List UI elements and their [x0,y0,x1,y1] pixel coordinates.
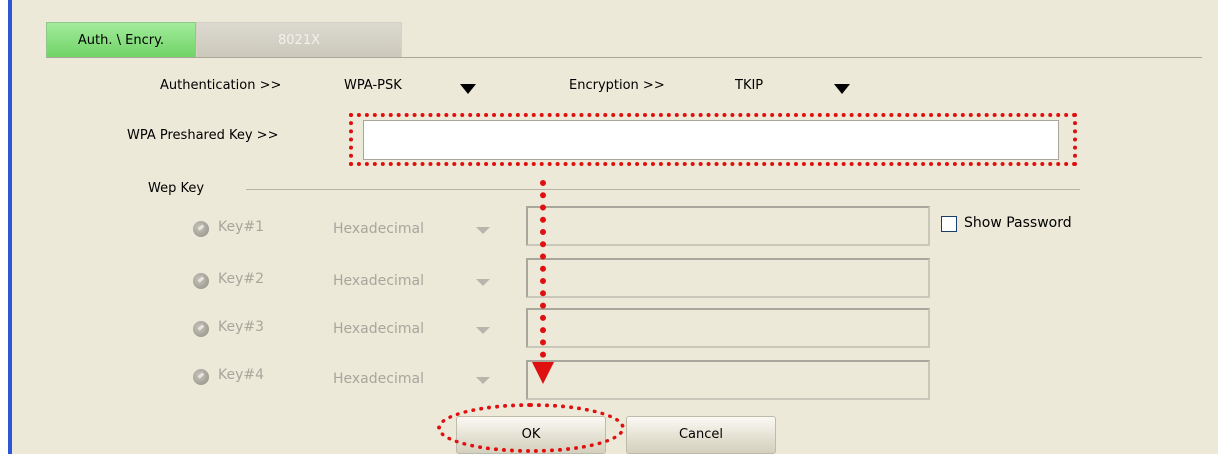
encryption-dropdown-icon[interactable] [834,84,850,94]
ok-highlight-annotation [437,403,625,453]
key4-format-select[interactable]: Hexadecimal [333,371,424,387]
key4-label: Key#4 [218,367,265,383]
key1-dropdown-icon[interactable] [476,227,490,234]
key4-input[interactable] [526,360,930,400]
key2-dropdown-icon[interactable] [476,279,490,286]
tab-8021x[interactable]: 8021X [196,22,402,58]
key4-radio-icon[interactable] [193,369,209,385]
annotation-arrow-head-icon [532,362,554,384]
key2-radio-icon[interactable] [193,273,209,289]
show-password-label: Show Password [964,215,1072,231]
psk-highlight-annotation [349,113,1077,166]
tab-divider [46,57,1202,58]
key3-format-select[interactable]: Hexadecimal [333,321,424,337]
key4-dropdown-icon[interactable] [476,377,490,384]
authentication-dropdown-icon[interactable] [460,84,476,94]
show-password-checkbox[interactable] [941,216,957,232]
key1-label: Key#1 [218,219,265,235]
key1-radio-icon[interactable] [193,221,209,237]
psk-label: WPA Preshared Key >> [127,128,279,143]
key2-label: Key#2 [218,271,265,287]
authentication-label: Authentication >> [160,78,282,93]
key1-input[interactable] [526,206,930,246]
key3-label: Key#3 [218,319,265,335]
wireless-security-panel: Auth. \ Encry. 8021X Authentication >> W… [8,0,1218,454]
key3-dropdown-icon[interactable] [476,327,490,334]
encryption-label: Encryption >> [569,78,665,93]
key2-input[interactable] [526,258,930,298]
encryption-select[interactable]: TKIP [735,78,763,93]
key1-format-select[interactable]: Hexadecimal [333,221,424,237]
cancel-button[interactable]: Cancel [626,416,776,454]
tab-auth-encry[interactable]: Auth. \ Encry. [46,22,196,58]
annotation-arrow-line [540,180,546,370]
wep-group-separator [246,189,1080,190]
authentication-select[interactable]: WPA-PSK [344,78,402,93]
key2-format-select[interactable]: Hexadecimal [333,273,424,289]
wep-key-group-label: Wep Key [148,181,205,196]
key3-radio-icon[interactable] [193,321,209,337]
key3-input[interactable] [526,308,930,348]
